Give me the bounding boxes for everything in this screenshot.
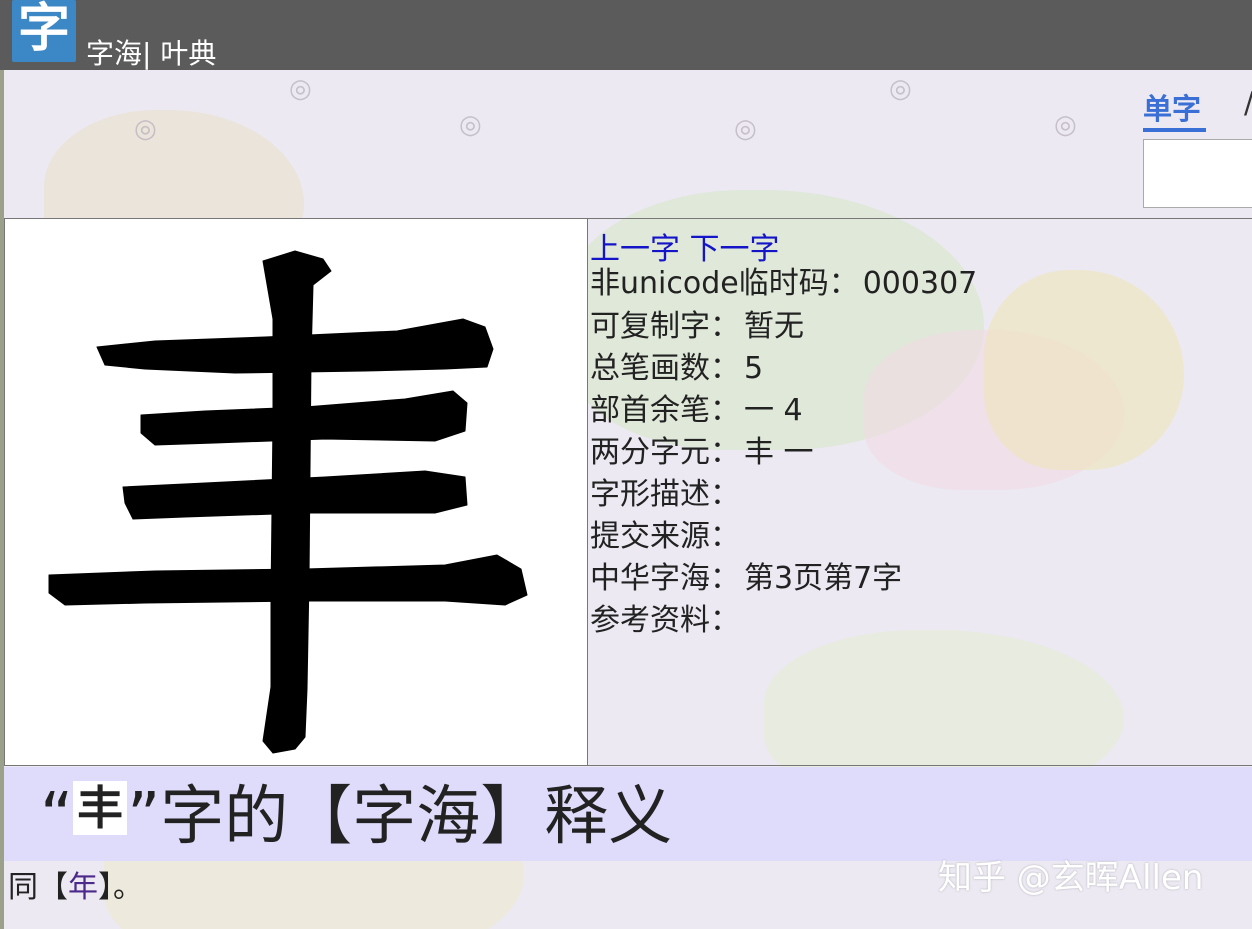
info-label: 部首余笔：: [590, 393, 740, 428]
info-row-strokes: 总笔画数： 5: [590, 350, 763, 388]
info-row-zhonghua: 中华字海： 第3页第7字: [590, 560, 902, 598]
heading-open-quote: “: [40, 780, 74, 854]
info-label: 参考资料：: [590, 603, 740, 638]
info-row-components: 两分字元：丰 一: [590, 434, 814, 472]
info-value: 一 4: [744, 393, 803, 428]
info-label: 两分字元：: [590, 435, 740, 470]
site-title[interactable]: 字海| 叶典: [86, 32, 216, 72]
next-char-link[interactable]: 下一字: [690, 232, 780, 267]
info-row-radical: 部首余笔：一 4: [590, 392, 803, 430]
logo-char: 字: [17, 0, 70, 59]
seal-mark: ◎: [459, 110, 482, 140]
info-value: 5: [744, 351, 764, 386]
heading-text: ”字的【字海】释义: [127, 780, 673, 854]
seal-mark: ◎: [1054, 110, 1077, 140]
heading-char-image: 丰: [73, 781, 128, 835]
info-label: 非unicode临时码：: [590, 266, 859, 301]
info-row-shape: 字形描述：: [590, 476, 744, 514]
def-text-after: 】。: [98, 870, 143, 905]
glyph-stroke-lower: [122, 470, 468, 520]
info-row-references: 参考资料：: [590, 602, 744, 640]
info-label: 可复制字：: [590, 309, 740, 344]
definition-text: 同【年】。: [8, 868, 143, 908]
info-row-copyable: 可复制字： 暂无: [590, 308, 804, 346]
seal-mark: ◎: [889, 74, 912, 104]
def-link-char[interactable]: 年: [68, 870, 98, 905]
definition-heading: “丰”字的【字海】释义: [40, 772, 672, 862]
tab-active-indicator: [1143, 128, 1206, 132]
seal-mark: ◎: [734, 114, 757, 144]
glyph-image-panel: [4, 218, 588, 766]
char-nav: 上一字 下一字: [590, 224, 780, 268]
info-value: 丰 一: [744, 435, 814, 470]
info-label: 字形描述：: [590, 477, 740, 512]
info-row-source: 提交来源：: [590, 518, 744, 556]
def-text-before: 同【: [8, 870, 68, 905]
header-bar: 字 字海| 叶典: [0, 0, 1252, 70]
info-value: 000307: [862, 266, 978, 301]
site-logo-icon[interactable]: 字: [12, 0, 76, 62]
info-value: 第3页第7字: [744, 561, 903, 596]
seal-mark: ◎: [134, 114, 157, 144]
watermark: 知乎 @玄晖Allen: [938, 858, 1204, 898]
info-label: 中华字海：: [590, 561, 740, 596]
info-row-code: 非unicode临时码： 000307: [590, 265, 977, 303]
info-label: 提交来源：: [590, 519, 740, 554]
tab-single-char[interactable]: 单字: [1143, 86, 1201, 128]
glyph-image: [48, 250, 528, 754]
prev-char-link[interactable]: 上一字: [590, 232, 680, 267]
info-value: 暂无: [744, 309, 804, 344]
tab-next-partial[interactable]: /: [1244, 86, 1252, 120]
info-label: 总笔画数：: [590, 351, 740, 386]
seal-mark: ◎: [289, 74, 312, 104]
search-input[interactable]: [1143, 139, 1252, 208]
